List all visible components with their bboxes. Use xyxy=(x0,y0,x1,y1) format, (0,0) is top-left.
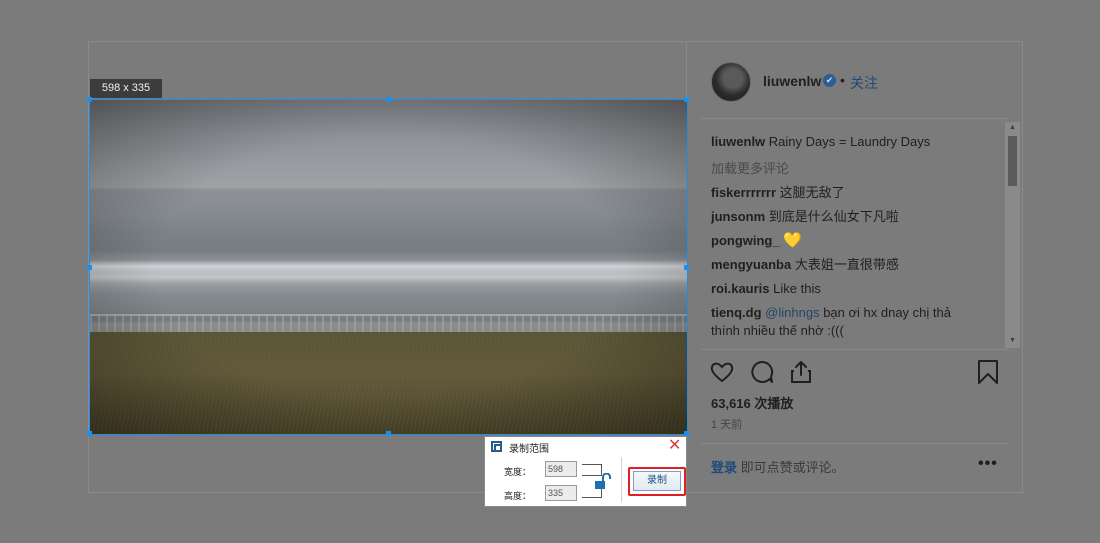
header-divider xyxy=(701,118,1008,119)
dialog-titlebar[interactable]: 录制范围 ✕ xyxy=(485,437,686,456)
height-label: 高度： xyxy=(504,491,532,501)
load-more-comments-link[interactable]: 加载更多评论 xyxy=(711,158,789,177)
footer-divider xyxy=(701,443,1008,444)
resize-handle-sw[interactable] xyxy=(87,431,92,436)
comment-username[interactable]: pongwing_ xyxy=(711,233,780,248)
scrollbar-thumb[interactable] xyxy=(1008,136,1017,186)
more-options-icon[interactable]: ••• xyxy=(978,455,998,473)
comment-username[interactable]: fiskerrrrrrr xyxy=(711,185,776,200)
app-logo-icon xyxy=(491,441,502,452)
width-input[interactable]: 598 xyxy=(545,461,577,477)
resize-handle-nw[interactable] xyxy=(87,97,92,102)
comment-text: Like this xyxy=(773,281,821,296)
comment-username[interactable]: roi.kauris xyxy=(711,281,770,296)
dialog-separator xyxy=(621,457,622,502)
login-prompt: 登录 即可点赞或评论。 xyxy=(711,457,845,476)
resize-handle-w[interactable] xyxy=(87,265,92,270)
comment-username[interactable]: mengyuanba xyxy=(711,257,791,272)
bookmark-icon[interactable] xyxy=(975,359,1001,385)
comments-scrollbar[interactable]: ▲ ▼ xyxy=(1005,122,1020,348)
header-dot-separator: • xyxy=(840,72,845,88)
resize-handle-ne[interactable] xyxy=(684,97,689,102)
heart-icon[interactable] xyxy=(709,359,735,385)
capture-selection-frame[interactable] xyxy=(89,99,688,435)
resize-handle-s[interactable] xyxy=(386,431,391,436)
comment-item: tienq.dg @linhngs bạn ơi hx dnay chị thả… xyxy=(711,304,981,340)
caption-username[interactable]: liuwenlw xyxy=(711,134,765,149)
verified-badge-icon: ✔ xyxy=(823,74,836,87)
share-icon[interactable] xyxy=(788,359,814,385)
follow-button[interactable]: 关注 xyxy=(850,73,878,93)
comment-item: fiskerrrrrrr 这腿无敌了 xyxy=(711,184,981,202)
login-suffix-text: 即可点赞或评论。 xyxy=(740,460,845,475)
avatar[interactable] xyxy=(711,62,751,102)
resize-handle-e[interactable] xyxy=(684,265,689,270)
comment-item: mengyuanba 大表姐一直很带感 xyxy=(711,256,981,274)
comments-divider xyxy=(701,349,1008,350)
gold-heart-emoji: 💛 xyxy=(783,232,802,249)
comment-text: 这腿无敌了 xyxy=(779,185,845,200)
post-author-username[interactable]: liuwenlw xyxy=(763,73,821,89)
post-timestamp[interactable]: 1 天前 xyxy=(711,416,742,432)
capture-size-label: 598 x 335 xyxy=(90,79,162,98)
width-label: 宽度： xyxy=(504,467,532,477)
comment-item: junsonm 到底是什么仙女下凡啦 xyxy=(711,208,981,226)
comment-username[interactable]: junsonm xyxy=(711,209,765,224)
caption: liuwenlw Rainy Days = Laundry Days xyxy=(711,133,981,151)
close-icon[interactable]: ✕ xyxy=(668,437,681,455)
comment-icon[interactable] xyxy=(749,359,775,385)
comment-text: 到底是什么仙女下凡啦 xyxy=(768,209,899,224)
comment-mention[interactable]: @linhngs xyxy=(765,305,819,320)
comment-item: pongwing_ 💛 xyxy=(711,232,981,250)
scroll-up-arrow-icon[interactable]: ▲ xyxy=(1005,122,1020,134)
login-link[interactable]: 登录 xyxy=(711,460,737,475)
comment-username[interactable]: tienq.dg xyxy=(711,305,762,320)
dialog-title: 录制范围 xyxy=(509,444,549,455)
height-input[interactable]: 335 xyxy=(545,485,577,501)
comment-text: 大表姐一直很带感 xyxy=(794,257,899,272)
scroll-down-arrow-icon[interactable]: ▼ xyxy=(1005,335,1020,347)
unlock-icon[interactable] xyxy=(593,473,613,491)
caption-text: Rainy Days = Laundry Days xyxy=(768,134,931,149)
resize-handle-n[interactable] xyxy=(386,97,391,102)
record-button[interactable]: 录制 xyxy=(633,471,681,491)
view-count: 63,616 次播放 xyxy=(711,396,794,411)
comments-list[interactable]: liuwenlw Rainy Days = Laundry Days 加载更多评… xyxy=(711,122,1003,348)
comment-item: roi.kauris Like this xyxy=(711,280,981,298)
